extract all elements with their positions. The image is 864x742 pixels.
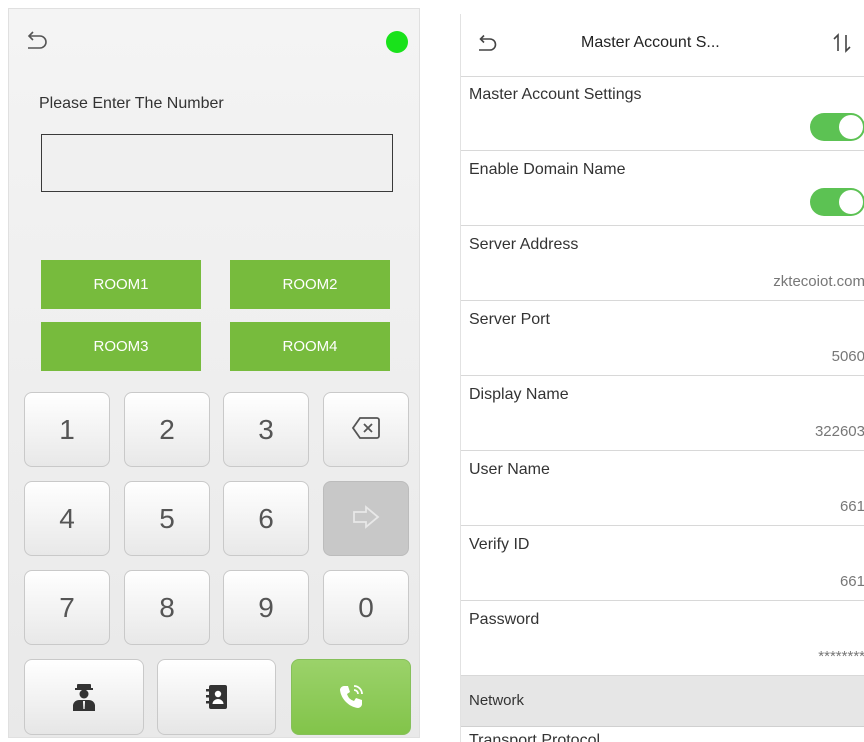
- setting-display-name[interactable]: Display Name 322603: [461, 376, 864, 451]
- setting-label: Server Port: [469, 311, 550, 328]
- setting-value: 322603: [814, 423, 864, 440]
- section-header-network: Network: [461, 676, 864, 727]
- setting-transport-protocol[interactable]: Transport Protocol: [461, 726, 864, 742]
- arrow-right-icon: [353, 505, 380, 529]
- intercom-dial-panel: Please Enter The Number ROOM1 ROOM2 ROOM…: [8, 8, 420, 738]
- setting-label: Server Address: [469, 236, 579, 253]
- page-title: Master Account S...: [581, 34, 720, 51]
- backspace-icon: [351, 417, 380, 439]
- enable-domain-toggle[interactable]: [810, 188, 864, 216]
- key-1[interactable]: 1: [24, 392, 110, 467]
- back-arrow-icon[interactable]: [475, 33, 499, 55]
- setting-label: User Name: [469, 461, 550, 478]
- key-2[interactable]: 2: [124, 392, 210, 467]
- setting-server-port[interactable]: Server Port 5060: [461, 301, 864, 376]
- key-8[interactable]: 8: [124, 570, 210, 645]
- contacts-button[interactable]: [157, 659, 276, 735]
- status-indicator: [386, 31, 408, 53]
- setting-label: Password: [469, 611, 540, 628]
- enter-key[interactable]: [323, 481, 409, 556]
- master-account-settings-panel: Master Account S... Master Account Setti…: [460, 14, 864, 742]
- key-7[interactable]: 7: [24, 570, 110, 645]
- setting-server-address[interactable]: Server Address zktecoiot.com: [461, 226, 864, 301]
- setting-label: Verify ID: [469, 536, 530, 553]
- back-arrow-icon[interactable]: [23, 29, 49, 53]
- room2-button[interactable]: ROOM2: [230, 260, 390, 309]
- backspace-key[interactable]: [323, 392, 409, 467]
- setting-label: Master Account Settings: [469, 86, 642, 103]
- key-6[interactable]: 6: [223, 481, 309, 556]
- key-5[interactable]: 5: [124, 481, 210, 556]
- sort-icon[interactable]: [831, 31, 853, 55]
- number-input[interactable]: [41, 134, 393, 192]
- room3-button[interactable]: ROOM3: [41, 322, 201, 371]
- contacts-book-icon: [205, 685, 227, 709]
- setting-label: Enable Domain Name: [469, 161, 626, 178]
- admin-button[interactable]: [24, 659, 144, 735]
- setting-value: 5060: [831, 348, 864, 365]
- dial-prompt: Please Enter The Number: [39, 95, 224, 112]
- master-account-toggle[interactable]: [810, 113, 864, 141]
- setting-user-name[interactable]: User Name 661: [461, 451, 864, 526]
- key-0[interactable]: 0: [323, 570, 409, 645]
- setting-value: 661: [839, 498, 864, 515]
- room1-button[interactable]: ROOM1: [41, 260, 201, 309]
- key-3[interactable]: 3: [223, 392, 309, 467]
- security-guard-icon: [73, 684, 95, 711]
- phone-call-icon: [340, 685, 363, 708]
- setting-label: Transport Protocol: [469, 732, 601, 742]
- setting-password[interactable]: Password ********: [461, 601, 864, 676]
- call-button[interactable]: [291, 659, 411, 735]
- setting-value: 661: [839, 573, 864, 590]
- top-bar: Master Account S...: [461, 14, 864, 77]
- setting-label: Display Name: [469, 386, 569, 403]
- key-4[interactable]: 4: [24, 481, 110, 556]
- room4-button[interactable]: ROOM4: [230, 322, 390, 371]
- setting-value: zktecoiot.com: [773, 273, 864, 290]
- setting-value: ********: [818, 648, 864, 665]
- setting-verify-id[interactable]: Verify ID 661: [461, 526, 864, 601]
- setting-master-account: Master Account Settings: [461, 76, 864, 151]
- setting-enable-domain-name: Enable Domain Name: [461, 151, 864, 226]
- section-label: Network: [469, 692, 525, 709]
- key-9[interactable]: 9: [223, 570, 309, 645]
